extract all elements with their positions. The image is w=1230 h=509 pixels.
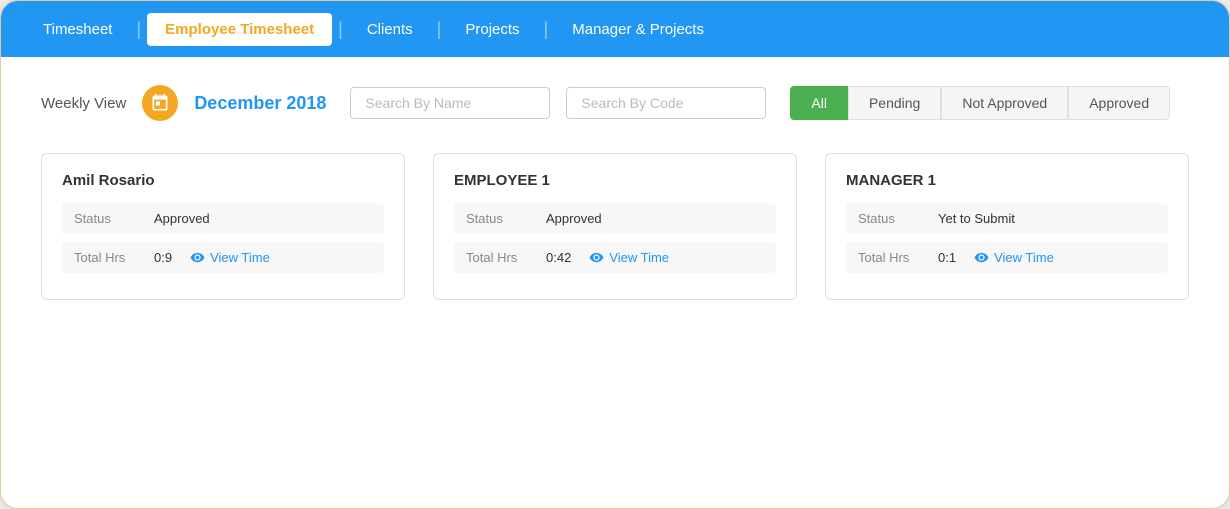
card-name: EMPLOYEE 1: [454, 172, 776, 189]
card-status-label: Status: [858, 211, 938, 226]
card-hours-value: 0:42: [546, 250, 571, 265]
filter-btn-all[interactable]: All: [790, 86, 848, 120]
main-content: Weekly View December 2018 AllPendingNot …: [1, 57, 1229, 508]
card-status-value: Approved: [154, 211, 210, 226]
date-label: December 2018: [194, 93, 326, 114]
calendar-icon: [150, 93, 170, 113]
card-status-value: Yet to Submit: [938, 211, 1015, 226]
eye-icon: [190, 250, 205, 265]
card-hours-value: 0:9: [154, 250, 172, 265]
employee-card: Amil Rosario Status Approved Total Hrs 0…: [41, 153, 405, 300]
card-status-label: Status: [466, 211, 546, 226]
employee-card: MANAGER 1 Status Yet to Submit Total Hrs…: [825, 153, 1189, 300]
card-hours-value: 0:1: [938, 250, 956, 265]
navbar: Timesheet|Employee Timesheet|Clients|Pro…: [1, 1, 1229, 57]
nav-divider: |: [136, 19, 141, 40]
card-hours-row: Total Hrs 0:9 View Time: [62, 242, 384, 273]
cards-container: Amil Rosario Status Approved Total Hrs 0…: [41, 153, 1189, 300]
nav-item-manager-&-projects[interactable]: Manager & Projects: [554, 13, 722, 46]
search-by-name-input[interactable]: [350, 87, 550, 119]
view-time-button[interactable]: View Time: [190, 250, 270, 265]
card-status-value: Approved: [546, 211, 602, 226]
card-hours-row: Total Hrs 0:1 View Time: [846, 242, 1168, 273]
nav-divider: |: [437, 19, 442, 40]
card-status-row: Status Approved: [62, 203, 384, 234]
employee-card: EMPLOYEE 1 Status Approved Total Hrs 0:4…: [433, 153, 797, 300]
view-time-label: View Time: [609, 250, 669, 265]
search-by-code-input[interactable]: [566, 87, 766, 119]
nav-item-timesheet[interactable]: Timesheet: [25, 13, 130, 46]
app-container: Timesheet|Employee Timesheet|Clients|Pro…: [0, 0, 1230, 509]
nav-item-clients[interactable]: Clients: [349, 13, 431, 46]
filter-btn-not-approved[interactable]: Not Approved: [941, 86, 1068, 120]
weekly-view-label: Weekly View: [41, 95, 126, 112]
filter-btn-pending[interactable]: Pending: [848, 86, 941, 120]
view-time-label: View Time: [994, 250, 1054, 265]
calendar-icon-button[interactable]: [142, 85, 178, 121]
nav-divider: |: [338, 19, 343, 40]
nav-divider: |: [544, 19, 549, 40]
nav-item-employee-timesheet[interactable]: Employee Timesheet: [147, 13, 332, 46]
card-status-label: Status: [74, 211, 154, 226]
card-hours-label: Total Hrs: [466, 250, 546, 265]
eye-icon: [974, 250, 989, 265]
view-time-button[interactable]: View Time: [589, 250, 669, 265]
filter-btn-group: AllPendingNot ApprovedApproved: [790, 86, 1170, 120]
card-name: Amil Rosario: [62, 172, 384, 189]
nav-item-projects[interactable]: Projects: [447, 13, 537, 46]
view-time-button[interactable]: View Time: [974, 250, 1054, 265]
filter-btn-approved[interactable]: Approved: [1068, 86, 1170, 120]
card-hours-label: Total Hrs: [858, 250, 938, 265]
card-hours-row: Total Hrs 0:42 View Time: [454, 242, 776, 273]
filter-bar: Weekly View December 2018 AllPendingNot …: [41, 85, 1189, 121]
card-status-row: Status Yet to Submit: [846, 203, 1168, 234]
card-hours-label: Total Hrs: [74, 250, 154, 265]
view-time-label: View Time: [210, 250, 270, 265]
eye-icon: [589, 250, 604, 265]
card-name: MANAGER 1: [846, 172, 1168, 189]
card-status-row: Status Approved: [454, 203, 776, 234]
